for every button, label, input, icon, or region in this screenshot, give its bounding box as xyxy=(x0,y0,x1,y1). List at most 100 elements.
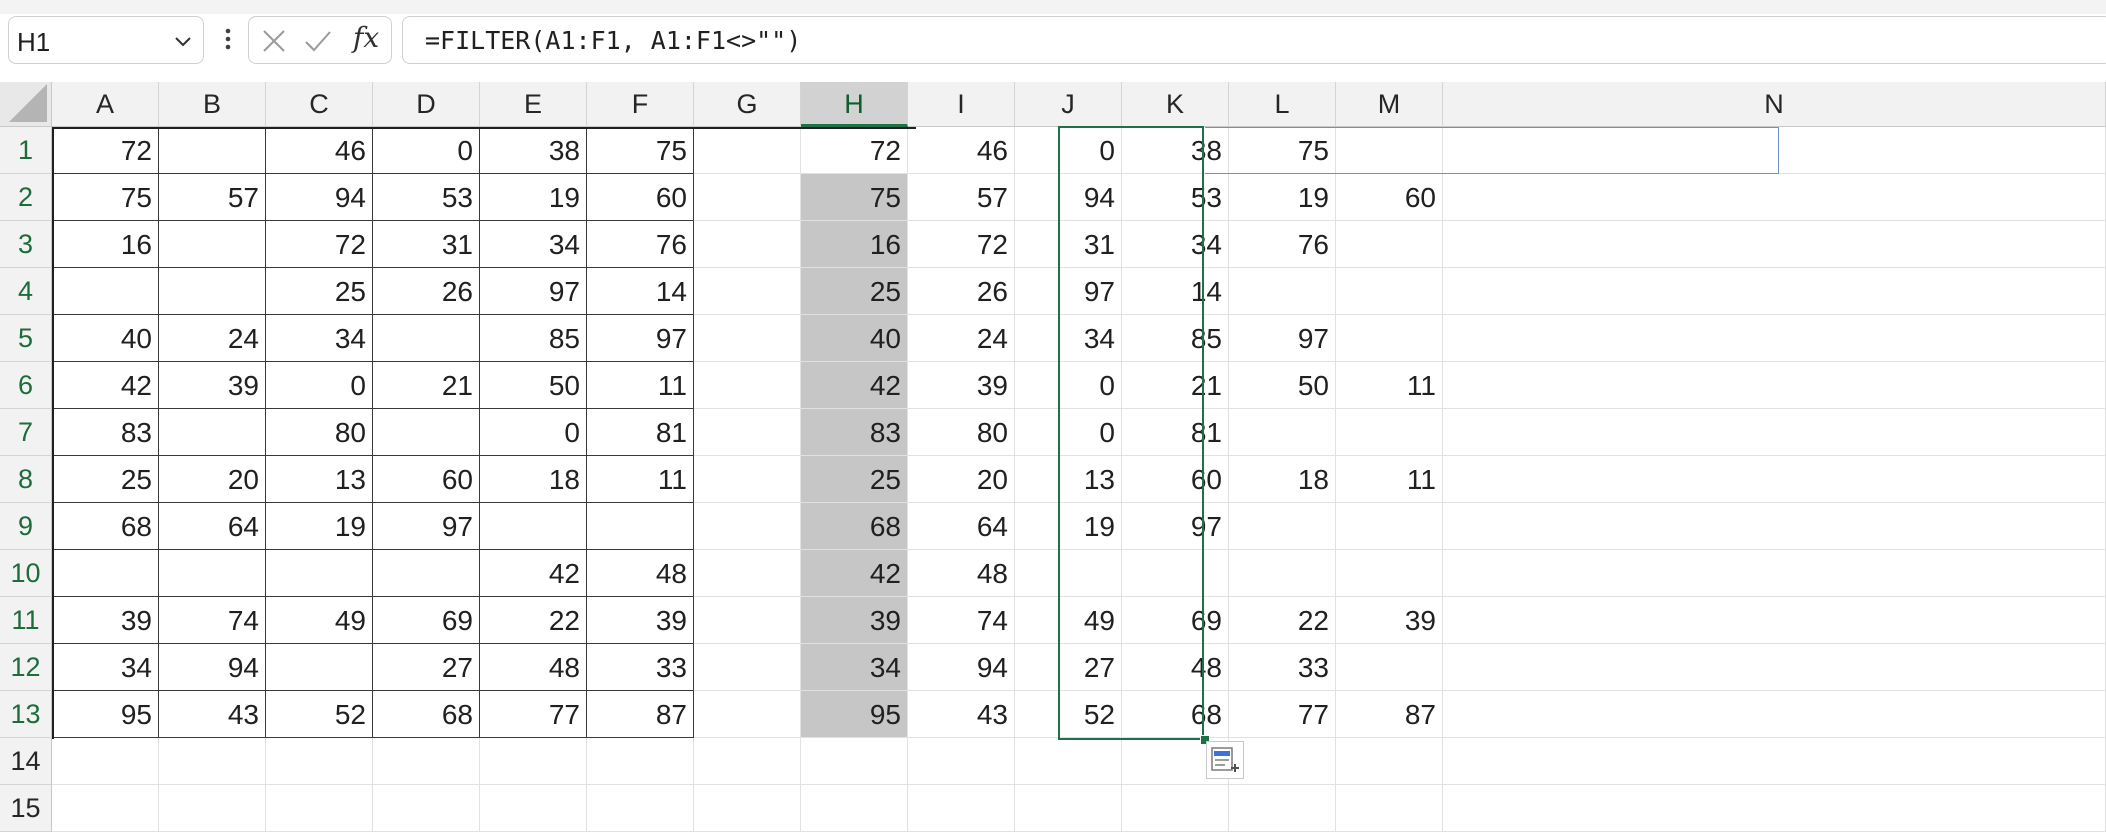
cell-n7[interactable] xyxy=(1443,409,2106,456)
cell-b1[interactable] xyxy=(159,127,266,174)
cell-b5[interactable]: 24 xyxy=(159,315,266,362)
cell-l13[interactable]: 77 xyxy=(1229,691,1336,738)
cell-i10[interactable]: 48 xyxy=(908,550,1015,597)
cell-j2[interactable]: 94 xyxy=(1015,174,1122,221)
cell-f13[interactable]: 87 xyxy=(587,691,694,738)
cell-m8[interactable]: 11 xyxy=(1336,456,1443,503)
cell-d7[interactable] xyxy=(373,409,480,456)
cell-h8[interactable]: 25 xyxy=(801,456,908,503)
cell-l6[interactable]: 50 xyxy=(1229,362,1336,409)
column-header-g[interactable]: G xyxy=(694,82,801,127)
cell-l5[interactable]: 97 xyxy=(1229,315,1336,362)
cell-j6[interactable]: 0 xyxy=(1015,362,1122,409)
cell-f1[interactable]: 75 xyxy=(587,127,694,174)
cell-h14[interactable] xyxy=(801,738,908,785)
cell-d6[interactable]: 21 xyxy=(373,362,480,409)
cell-h5[interactable]: 40 xyxy=(801,315,908,362)
cell-f5[interactable]: 97 xyxy=(587,315,694,362)
column-header-l[interactable]: L xyxy=(1229,82,1336,127)
cell-h9[interactable]: 68 xyxy=(801,503,908,550)
cell-n10[interactable] xyxy=(1443,550,2106,597)
cell-k12[interactable]: 48 xyxy=(1122,644,1229,691)
cell-c6[interactable]: 0 xyxy=(266,362,373,409)
column-header-m[interactable]: M xyxy=(1336,82,1443,127)
cell-m5[interactable] xyxy=(1336,315,1443,362)
cell-m10[interactable] xyxy=(1336,550,1443,597)
row-header-3[interactable]: 3 xyxy=(0,221,52,268)
name-box[interactable]: H1 xyxy=(8,16,204,64)
cell-m4[interactable] xyxy=(1336,268,1443,315)
cell-g2[interactable] xyxy=(694,174,801,221)
cell-k7[interactable]: 81 xyxy=(1122,409,1229,456)
cell-b2[interactable]: 57 xyxy=(159,174,266,221)
row-header-11[interactable]: 11 xyxy=(0,597,52,644)
cell-c7[interactable]: 80 xyxy=(266,409,373,456)
cell-b4[interactable] xyxy=(159,268,266,315)
cell-f14[interactable] xyxy=(587,738,694,785)
cell-i9[interactable]: 64 xyxy=(908,503,1015,550)
row-header-6[interactable]: 6 xyxy=(0,362,52,409)
cell-d14[interactable] xyxy=(373,738,480,785)
cell-c8[interactable]: 13 xyxy=(266,456,373,503)
cell-d15[interactable] xyxy=(373,785,480,832)
cell-l3[interactable]: 76 xyxy=(1229,221,1336,268)
cell-h2[interactable]: 75 xyxy=(801,174,908,221)
cell-a13[interactable]: 95 xyxy=(52,691,159,738)
cell-j5[interactable]: 34 xyxy=(1015,315,1122,362)
cell-b10[interactable] xyxy=(159,550,266,597)
cell-k9[interactable]: 97 xyxy=(1122,503,1229,550)
cell-i1[interactable]: 46 xyxy=(908,127,1015,174)
row-header-2[interactable]: 2 xyxy=(0,174,52,221)
cell-c1[interactable]: 46 xyxy=(266,127,373,174)
cell-j9[interactable]: 19 xyxy=(1015,503,1122,550)
cell-i8[interactable]: 20 xyxy=(908,456,1015,503)
cell-g10[interactable] xyxy=(694,550,801,597)
cell-i14[interactable] xyxy=(908,738,1015,785)
column-header-i[interactable]: I xyxy=(908,82,1015,127)
cell-c4[interactable]: 25 xyxy=(266,268,373,315)
cell-i6[interactable]: 39 xyxy=(908,362,1015,409)
cell-a6[interactable]: 42 xyxy=(52,362,159,409)
cell-a15[interactable] xyxy=(52,785,159,832)
cell-m9[interactable] xyxy=(1336,503,1443,550)
cell-h10[interactable]: 42 xyxy=(801,550,908,597)
cell-e13[interactable]: 77 xyxy=(480,691,587,738)
cell-j12[interactable]: 27 xyxy=(1015,644,1122,691)
cell-a4[interactable] xyxy=(52,268,159,315)
cell-c10[interactable] xyxy=(266,550,373,597)
cell-f12[interactable]: 33 xyxy=(587,644,694,691)
cell-g14[interactable] xyxy=(694,738,801,785)
cell-f7[interactable]: 81 xyxy=(587,409,694,456)
cell-e7[interactable]: 0 xyxy=(480,409,587,456)
cell-a11[interactable]: 39 xyxy=(52,597,159,644)
cell-d2[interactable]: 53 xyxy=(373,174,480,221)
row-header-9[interactable]: 9 xyxy=(0,503,52,550)
cell-h1[interactable]: 72 xyxy=(801,127,908,174)
cell-b11[interactable]: 74 xyxy=(159,597,266,644)
cell-j11[interactable]: 49 xyxy=(1015,597,1122,644)
cell-g11[interactable] xyxy=(694,597,801,644)
cell-d10[interactable] xyxy=(373,550,480,597)
cell-b7[interactable] xyxy=(159,409,266,456)
cell-f10[interactable]: 48 xyxy=(587,550,694,597)
column-header-e[interactable]: E xyxy=(480,82,587,127)
formula-input[interactable]: =FILTER(A1:F1, A1:F1<>"") xyxy=(402,16,2106,64)
cell-n6[interactable] xyxy=(1443,362,2106,409)
column-header-h[interactable]: H xyxy=(801,82,908,127)
cell-l15[interactable] xyxy=(1229,785,1336,832)
cell-l14[interactable] xyxy=(1229,738,1336,785)
cell-e15[interactable] xyxy=(480,785,587,832)
cell-g4[interactable] xyxy=(694,268,801,315)
cell-a8[interactable]: 25 xyxy=(52,456,159,503)
cell-c2[interactable]: 94 xyxy=(266,174,373,221)
chevron-down-icon[interactable] xyxy=(171,29,195,53)
cell-f11[interactable]: 39 xyxy=(587,597,694,644)
cell-n15[interactable] xyxy=(1443,785,2106,832)
cell-n12[interactable] xyxy=(1443,644,2106,691)
column-header-n[interactable]: N xyxy=(1443,82,2106,127)
cell-l1[interactable]: 75 xyxy=(1229,127,1336,174)
cell-h11[interactable]: 39 xyxy=(801,597,908,644)
cell-f15[interactable] xyxy=(587,785,694,832)
cell-d9[interactable]: 97 xyxy=(373,503,480,550)
cell-j3[interactable]: 31 xyxy=(1015,221,1122,268)
